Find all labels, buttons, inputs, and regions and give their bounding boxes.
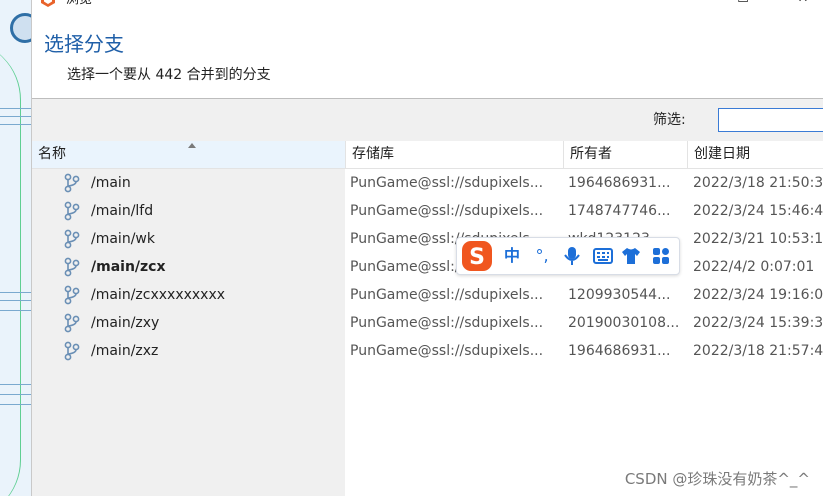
table-row[interactable]: /main/wkPunGame@ssl://sdupixels...wkd123… xyxy=(32,225,823,253)
branch-icon xyxy=(64,313,80,333)
cell-branch-name: /main xyxy=(91,175,131,191)
table-row[interactable]: /main/zcxPunGame@ssl://sdupixels...12099… xyxy=(32,253,823,281)
ime-mode-toggle[interactable]: 中 xyxy=(501,244,523,268)
table-row[interactable]: /main PunGame@ssl://sdupixels... 196468693… xyxy=(32,169,823,197)
table-row[interactable]: /main/zcxxxxxxxxx PunGame@ssl://sdupixels… xyxy=(32,281,823,309)
background-app-edge xyxy=(0,0,31,496)
sort-ascending-icon xyxy=(188,143,196,148)
table-body: /main PunGame@ssl://sdupixels... 196468693… xyxy=(32,169,823,496)
background-line xyxy=(0,124,31,125)
window-title: 浏览 xyxy=(66,0,92,8)
skin-shirt-icon[interactable] xyxy=(620,244,642,268)
minimize-button[interactable]: — xyxy=(677,0,697,8)
close-button[interactable]: ✕ xyxy=(793,0,813,8)
table-row[interactable]: /main/zxz PunGame@ssl://sdupixels... 19646… xyxy=(32,337,823,365)
column-header-name[interactable]: 名称 xyxy=(32,141,345,168)
column-header-label: 名称 xyxy=(38,146,66,162)
table-row[interactable]: /main/lfd PunGame@ssl://sdupixels... 17487… xyxy=(32,197,823,225)
branch-icon xyxy=(64,341,80,361)
ime-punctuation-toggle[interactable]: °, xyxy=(531,244,553,268)
select-branch-dialog: 浏览 — ☐ ✕ 选择分支 选择一个要从 442 合并到的分支 筛选: 名称 存… xyxy=(31,0,823,496)
background-line xyxy=(0,384,31,385)
cell-owner: 1964686931... xyxy=(568,343,671,359)
cell-created-date: 2022/3/24 15:39:3 xyxy=(693,315,823,331)
background-line xyxy=(0,310,31,311)
column-header-created-date[interactable]: 创建日期 xyxy=(687,141,823,168)
branch-icon xyxy=(64,229,80,249)
cell-owner: 20190030108... xyxy=(568,315,680,331)
branch-icon xyxy=(64,173,80,193)
cell-branch-name: /main/zcxxxxxxxxx xyxy=(91,287,226,303)
watermark: CSDN @珍珠没有奶茶^_^ xyxy=(624,470,810,488)
cell-repository: PunGame@ssl://sdupixels... xyxy=(350,343,544,359)
cell-owner: 1748747746... xyxy=(568,203,671,219)
background-line xyxy=(0,404,31,405)
branch-icon xyxy=(64,257,80,277)
cell-created-date: 2022/3/24 19:16:0 xyxy=(693,287,823,303)
cell-created-date: 2022/3/24 15:46:4 xyxy=(693,203,823,219)
title-bar: 浏览 — ☐ ✕ xyxy=(32,0,823,14)
apps-grid-icon[interactable] xyxy=(650,244,672,268)
ime-toolbar[interactable]: S 中 °, xyxy=(456,237,680,275)
cell-branch-name: /main/wk xyxy=(91,231,155,247)
cell-owner: 1209930544... xyxy=(568,287,671,303)
column-header-repository[interactable]: 存储库 xyxy=(345,141,563,168)
cell-branch-name: /main/zxy xyxy=(91,315,160,331)
cell-repository: PunGame@ssl://sdupixels... xyxy=(350,315,544,331)
cell-branch-name: /main/lfd xyxy=(91,203,154,219)
branch-icon xyxy=(64,201,80,221)
cell-created-date: 2022/3/21 10:53:1 xyxy=(693,231,823,247)
background-line xyxy=(0,394,31,395)
cell-repository: PunGame@ssl://sdupixels... xyxy=(350,287,544,303)
cell-owner: 1964686931... xyxy=(568,175,671,191)
cell-created-date: 2022/4/2 0:07:01 xyxy=(693,259,815,275)
filter-label: 筛选: xyxy=(653,112,686,128)
cell-repository: PunGame@ssl://sdupixels... xyxy=(350,175,544,191)
branch-table: 名称 存储库 所有者 创建日期 /main PunGame@ssl://sdupi… xyxy=(32,141,823,496)
sogou-logo-icon[interactable]: S xyxy=(461,240,493,272)
cell-repository: PunGame@ssl://sdupixels... xyxy=(350,203,544,219)
table-row[interactable]: /main/zxy PunGame@ssl://sdupixels... 20190… xyxy=(32,309,823,337)
filter-input[interactable] xyxy=(718,108,823,132)
table-header: 名称 存储库 所有者 创建日期 xyxy=(32,141,823,169)
background-line xyxy=(0,108,31,109)
cell-branch-name: /main/zcx xyxy=(91,259,166,275)
background-line xyxy=(0,300,31,301)
background-line xyxy=(0,292,31,293)
cell-created-date: 2022/3/18 21:57:4 xyxy=(693,343,823,359)
branch-icon xyxy=(64,285,80,305)
mic-icon[interactable] xyxy=(562,244,582,268)
dialog-subtext: 选择一个要从 442 合并到的分支 xyxy=(67,67,271,83)
background-line xyxy=(0,116,31,117)
dialog-heading: 选择分支 xyxy=(44,32,124,56)
cell-created-date: 2022/3/18 21:50:3 xyxy=(693,175,823,191)
app-logo-icon xyxy=(41,0,55,7)
background-node-circle xyxy=(10,13,31,43)
cell-branch-name: /main/zxz xyxy=(91,343,159,359)
maximize-button[interactable]: ☐ xyxy=(733,0,753,8)
keyboard-icon[interactable] xyxy=(592,244,614,268)
ime-logo-letter: S xyxy=(469,245,485,270)
column-header-owner[interactable]: 所有者 xyxy=(563,141,687,168)
